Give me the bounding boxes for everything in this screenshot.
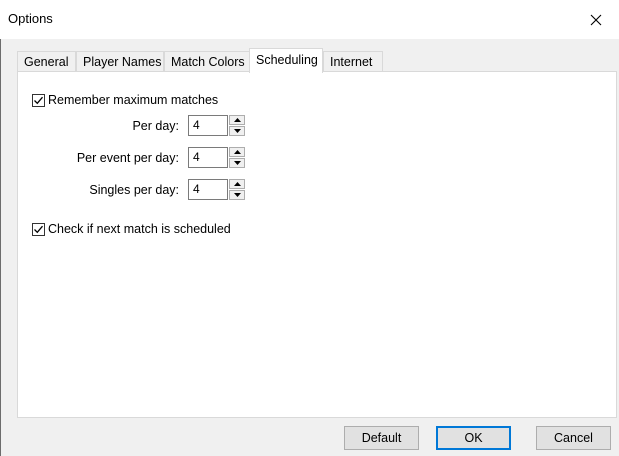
remember-max-checkbox[interactable]: Remember maximum matches: [32, 93, 218, 107]
arrow-down-icon: [233, 129, 241, 133]
tab-player-names[interactable]: Player Names: [76, 51, 164, 72]
arrow-down-icon: [233, 161, 241, 165]
per-event-per-day-down-button[interactable]: [229, 158, 245, 168]
per-day-up-button[interactable]: [229, 115, 245, 125]
ok-button[interactable]: OK: [436, 426, 511, 450]
tab-match-colors[interactable]: Match Colors: [164, 51, 250, 72]
check-next-match-label: Check if next match is scheduled: [48, 222, 231, 236]
options-dialog: Options General Player Names Match Color…: [0, 0, 619, 456]
singles-per-day-down-button[interactable]: [229, 190, 245, 200]
per-event-per-day-input[interactable]: 4: [188, 147, 228, 168]
per-day-spinner[interactable]: 4: [188, 115, 246, 136]
window-title: Options: [8, 11, 53, 26]
per-event-per-day-label: Per event per day:: [76, 151, 179, 165]
per-day-label: Per day:: [132, 119, 179, 133]
singles-per-day-label: Singles per day:: [89, 183, 179, 197]
arrow-up-icon: [233, 150, 241, 154]
checkmark-icon: [34, 225, 43, 233]
window-left-border: [0, 39, 1, 456]
cancel-button[interactable]: Cancel: [536, 426, 611, 450]
tab-scheduling[interactable]: Scheduling: [249, 48, 323, 73]
singles-per-day-input[interactable]: 4: [188, 179, 228, 200]
per-day-down-button[interactable]: [229, 126, 245, 136]
per-day-input[interactable]: 4: [188, 115, 228, 136]
tab-general[interactable]: General: [17, 51, 76, 72]
close-button[interactable]: [573, 0, 619, 39]
arrow-down-icon: [233, 193, 241, 197]
remember-max-label: Remember maximum matches: [48, 93, 219, 107]
arrow-up-icon: [233, 182, 241, 186]
checkmark-icon: [34, 96, 43, 104]
close-icon: [590, 14, 602, 25]
checkbox-box[interactable]: [32, 222, 45, 236]
per-event-per-day-up-button[interactable]: [229, 147, 245, 157]
per-event-per-day-spinner[interactable]: 4: [188, 147, 246, 168]
checkbox-box[interactable]: [32, 93, 45, 107]
title-bar: Options: [0, 0, 619, 39]
singles-per-day-spinner[interactable]: 4: [188, 179, 246, 200]
arrow-up-icon: [233, 118, 241, 122]
singles-per-day-up-button[interactable]: [229, 179, 245, 189]
check-next-match-checkbox[interactable]: Check if next match is scheduled: [32, 222, 231, 236]
tab-internet[interactable]: Internet: [323, 51, 383, 72]
default-button[interactable]: Default: [344, 426, 419, 450]
scheduling-panel: Remember maximum matches Per day: 4 Per …: [17, 71, 617, 418]
